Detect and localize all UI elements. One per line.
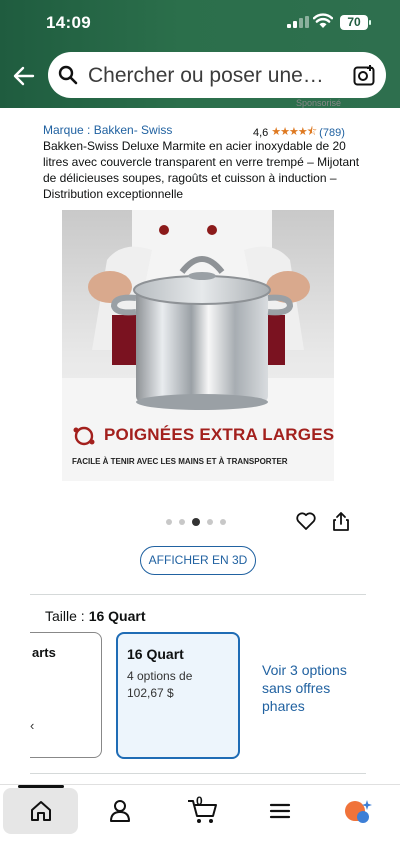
size-option-label: 16 Quart: [127, 646, 184, 662]
cart-icon: [188, 800, 217, 823]
share-icon[interactable]: [332, 511, 350, 531]
home-icon: [30, 801, 51, 821]
search-input[interactable]: Chercher ou poser une…: [88, 64, 342, 88]
wishlist-heart-icon[interactable]: [296, 512, 316, 530]
tab-cart[interactable]: [180, 788, 226, 834]
section-divider: [30, 773, 366, 774]
view-in-3d-button[interactable]: AFFICHER EN 3D: [140, 546, 256, 575]
wifi-icon: [313, 13, 333, 28]
back-arrow-icon[interactable]: [12, 64, 36, 88]
size-selected-value: 16 Quart: [88, 608, 146, 624]
carousel-dot[interactable]: [207, 519, 213, 525]
size-option-previous[interactable]: arts ‹: [30, 632, 102, 758]
bottom-tab-bar: 0: [0, 784, 400, 866]
size-option-label: arts: [32, 645, 56, 660]
cart-count-badge: 0: [196, 794, 203, 808]
brand-link[interactable]: Marque : Bakken- Swiss: [43, 123, 172, 137]
search-bar[interactable]: Chercher ou poser une…: [48, 52, 386, 98]
image-carousel-dots[interactable]: [166, 518, 226, 526]
size-selector-heading: Taille :16 Quart: [45, 608, 146, 624]
size-option-price: 4 options de 102,67 $: [127, 669, 193, 700]
carousel-dot[interactable]: [179, 519, 185, 525]
status-bar: 14:09 70: [0, 0, 400, 46]
image-banner-caption: FACILE À TENIR AVEC LES MAINS ET À TRANS…: [72, 457, 288, 466]
sponsored-label: Sponsorisé: [296, 98, 342, 108]
size-label: Taille :: [45, 608, 85, 624]
tab-ai-assistant[interactable]: [336, 788, 380, 834]
account-icon: [110, 800, 130, 822]
chevron-left-icon: ‹: [30, 718, 35, 733]
search-icon: [58, 65, 78, 85]
product-title: Bakken-Swiss Deluxe Marmite en acier ino…: [43, 139, 360, 201]
status-time: 14:09: [46, 13, 91, 32]
carousel-dot-active[interactable]: [192, 518, 200, 526]
size-option-selected[interactable]: 16 Quart 4 options de 102,67 $: [116, 632, 240, 759]
tab-home[interactable]: [3, 785, 78, 834]
rating-count[interactable]: (789): [319, 127, 345, 139]
app-header: 14:09 70 Chercher ou poser une…: [0, 0, 400, 108]
carousel-dot[interactable]: [220, 519, 226, 525]
image-banner-heading: POIGNÉES EXTRA LARGES: [104, 425, 335, 444]
cellular-signal-icon: [287, 16, 309, 28]
camera-search-icon[interactable]: [353, 64, 375, 86]
carousel-dot[interactable]: [166, 519, 172, 525]
handle-highlight-icon: [73, 426, 95, 446]
more-options-link[interactable]: Voir 3 options sans offres phares: [262, 661, 358, 715]
battery-icon: 70: [340, 15, 371, 30]
tab-account[interactable]: [96, 788, 144, 834]
ai-assistant-icon: [345, 800, 372, 823]
tab-menu[interactable]: [258, 788, 302, 834]
menu-icon: [269, 803, 291, 819]
section-divider: [30, 594, 366, 595]
rating-value: 4,6: [253, 126, 269, 139]
